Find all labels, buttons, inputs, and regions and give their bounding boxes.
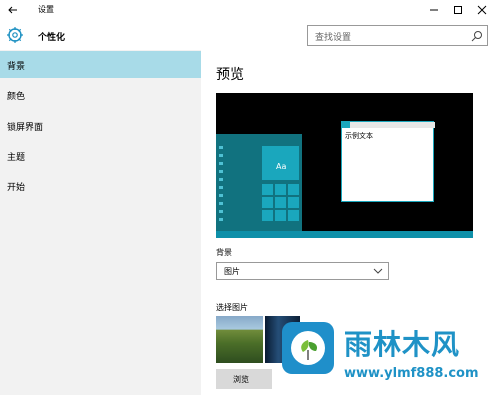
sidebar-item-themes[interactable]: 主题 xyxy=(0,142,201,169)
preview-tile xyxy=(288,184,299,195)
preview-tile xyxy=(275,184,286,195)
gear-icon xyxy=(7,27,23,43)
page-title: 个性化 xyxy=(38,33,66,43)
maximize-button[interactable] xyxy=(446,0,470,20)
preview-tile: Aa xyxy=(262,146,299,180)
sidebar-item-background[interactable]: 背景 xyxy=(0,51,201,78)
window-title: 设置 xyxy=(38,5,54,14)
maximize-icon xyxy=(454,6,462,14)
picture-thumbnail[interactable] xyxy=(216,316,263,363)
search-icon[interactable] xyxy=(471,30,483,42)
sidebar-item-label: 锁屏界面 xyxy=(7,123,44,133)
preview-start-menu: Aa xyxy=(216,134,302,231)
watermark-logo-icon xyxy=(282,322,334,374)
sidebar-item-colors[interactable]: 颜色 xyxy=(0,81,201,108)
preview-tile xyxy=(262,197,273,208)
minimize-icon xyxy=(430,9,438,11)
sidebar-item-label: 开始 xyxy=(7,183,26,193)
preview-window-text: 示例文本 xyxy=(345,132,373,140)
page-header: 个性化 查找设置 xyxy=(0,20,500,50)
sidebar-item-label: 背景 xyxy=(7,62,26,72)
preview-tile xyxy=(288,210,299,221)
browse-button-label: 浏览 xyxy=(233,375,249,384)
preview-tile xyxy=(262,210,273,221)
preview-taskbar xyxy=(216,231,473,238)
preview-tile xyxy=(275,197,286,208)
background-dropdown-value: 图片 xyxy=(224,267,240,276)
browse-button[interactable]: 浏览 xyxy=(216,369,272,389)
search-placeholder: 查找设置 xyxy=(315,33,352,43)
preview-tile xyxy=(275,210,286,221)
preview-tile xyxy=(262,184,273,195)
watermark-url: www.ylmf888.com xyxy=(344,366,479,381)
search-input[interactable]: 查找设置 xyxy=(307,25,488,46)
background-label: 背景 xyxy=(216,248,232,257)
preview-window: 示例文本 xyxy=(341,121,435,202)
preview-window-titlebar xyxy=(342,122,435,128)
back-arrow-icon[interactable] xyxy=(6,3,20,17)
preview-tile-text: Aa xyxy=(276,162,287,171)
close-button[interactable] xyxy=(470,0,494,20)
sidebar: 背景 颜色 锁屏界面 主题 开始 xyxy=(0,50,201,395)
sidebar-item-label: 主题 xyxy=(7,153,26,163)
preview-window-accent xyxy=(342,122,350,128)
sidebar-item-start[interactable]: 开始 xyxy=(0,172,201,199)
watermark: 雨林木风 www.ylmf888.com xyxy=(280,320,500,395)
minimize-button[interactable] xyxy=(422,0,446,20)
chevron-down-icon xyxy=(373,268,383,274)
title-bar: 设置 xyxy=(0,0,500,20)
preview-tile xyxy=(288,197,299,208)
choose-picture-label: 选择图片 xyxy=(216,303,248,312)
desktop-preview: Aa 示例文本 xyxy=(216,93,473,238)
close-icon xyxy=(477,5,487,15)
sidebar-item-label: 颜色 xyxy=(7,92,26,102)
sidebar-item-lock-screen[interactable]: 锁屏界面 xyxy=(0,112,201,139)
section-title: 预览 xyxy=(216,67,244,83)
watermark-title: 雨林木风 xyxy=(344,328,461,361)
background-dropdown[interactable]: 图片 xyxy=(216,262,389,280)
